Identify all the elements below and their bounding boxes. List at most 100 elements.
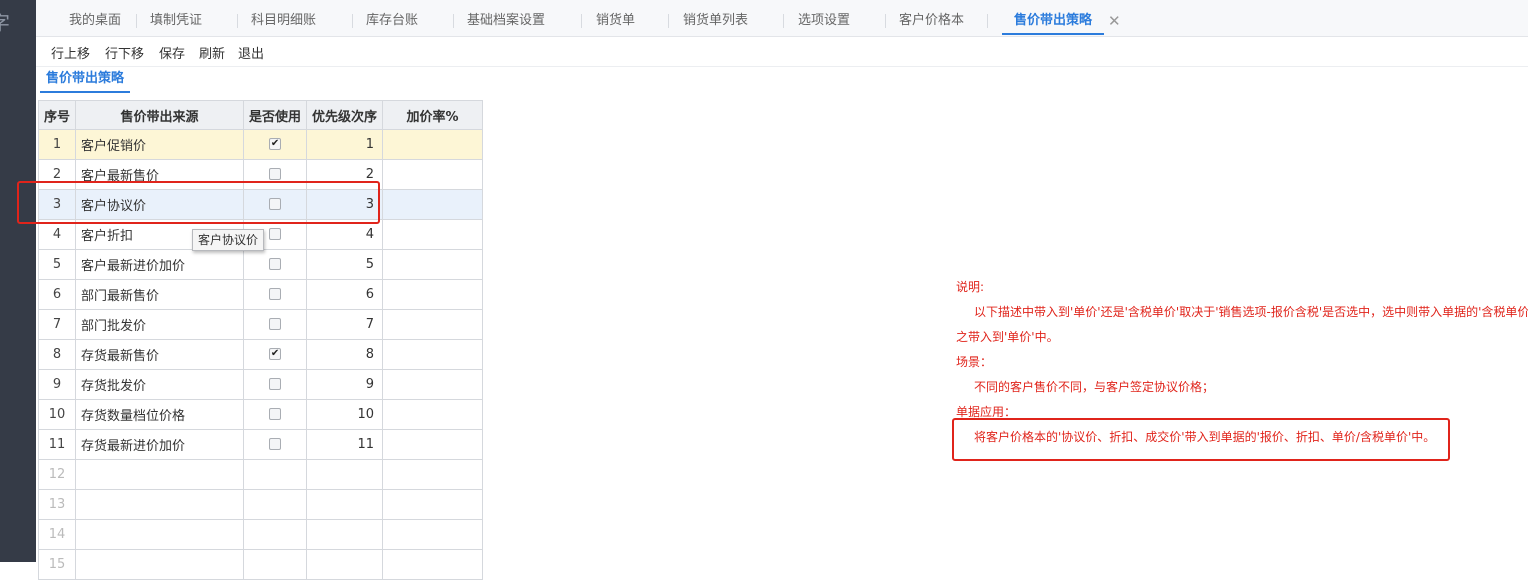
- row-source[interactable]: 存货批发价: [75, 369, 245, 400]
- checkbox-unchecked[interactable]: [269, 257, 282, 270]
- row-source[interactable]: 客户促销价: [75, 129, 245, 160]
- row-priority[interactable]: 8: [306, 339, 384, 370]
- checkbox-unchecked[interactable]: [269, 317, 282, 330]
- subtab-price-strategy[interactable]: 售价带出策略: [40, 69, 131, 93]
- row-source[interactable]: 部门批发价: [75, 309, 245, 340]
- empty-cell[interactable]: [75, 519, 245, 550]
- empty-cell[interactable]: [306, 519, 384, 550]
- table-row[interactable]: 6 部门最新售价 6: [37, 279, 484, 310]
- empty-cell[interactable]: [382, 459, 484, 490]
- empty-cell[interactable]: [382, 519, 484, 550]
- row-priority[interactable]: 9: [306, 369, 384, 400]
- row-source[interactable]: 部门最新售价: [75, 279, 245, 310]
- row-used[interactable]: [243, 249, 308, 280]
- table-row-empty[interactable]: 12: [37, 459, 484, 490]
- table-row[interactable]: 5 客户最新进价加价 5: [37, 249, 484, 280]
- header-source[interactable]: 售价带出来源: [75, 100, 245, 130]
- empty-cell[interactable]: [243, 489, 308, 520]
- empty-cell[interactable]: [243, 549, 308, 580]
- tab-subject-ledger[interactable]: 科目明细账: [251, 7, 316, 35]
- tab-my-desktop[interactable]: 我的桌面: [69, 7, 121, 35]
- row-number[interactable]: 13: [37, 489, 77, 520]
- header-no[interactable]: 序号: [37, 100, 77, 130]
- tab-base-archive[interactable]: 基础档案设置: [467, 7, 545, 35]
- exit-button[interactable]: 退出: [238, 43, 264, 62]
- checkbox-checked[interactable]: ✔: [269, 137, 282, 150]
- table-row-empty[interactable]: 13: [37, 489, 484, 520]
- row-markup[interactable]: [382, 339, 484, 370]
- row-markup[interactable]: [382, 219, 484, 250]
- row-markup[interactable]: [382, 369, 484, 400]
- tab-sales-doc[interactable]: 销货单: [596, 7, 635, 35]
- row-number[interactable]: 15: [37, 549, 77, 580]
- row-priority[interactable]: 5: [306, 249, 384, 280]
- row-number[interactable]: 14: [37, 519, 77, 550]
- row-source[interactable]: 客户最新进价加价: [75, 249, 245, 280]
- row-used[interactable]: [243, 279, 308, 310]
- save-button[interactable]: 保存: [159, 43, 185, 62]
- row-markup[interactable]: [382, 429, 484, 460]
- empty-cell[interactable]: [75, 549, 245, 580]
- move-row-up-button[interactable]: 行上移: [51, 43, 90, 62]
- row-used[interactable]: [243, 369, 308, 400]
- row-markup[interactable]: [382, 249, 484, 280]
- table-row[interactable]: 11 存货最新进价加价 11: [37, 429, 484, 460]
- row-markup[interactable]: [382, 279, 484, 310]
- table-row-empty[interactable]: 15: [37, 549, 484, 580]
- header-used[interactable]: 是否使用: [243, 100, 308, 130]
- table-row[interactable]: 10 存货数量档位价格 10: [37, 399, 484, 430]
- tab-inventory-ledger[interactable]: 库存台账: [366, 7, 418, 35]
- move-row-down-button[interactable]: 行下移: [105, 43, 144, 62]
- row-used[interactable]: [243, 429, 308, 460]
- tab-close-icon[interactable]: ✕: [1108, 7, 1121, 35]
- tab-options[interactable]: 选项设置: [798, 7, 850, 35]
- table-row-empty[interactable]: 14: [37, 519, 484, 550]
- row-source[interactable]: 存货最新售价: [75, 339, 245, 370]
- row-markup[interactable]: [382, 189, 484, 220]
- checkbox-checked[interactable]: ✔: [269, 347, 282, 360]
- row-source[interactable]: 存货最新进价加价: [75, 429, 245, 460]
- header-markup[interactable]: 加价率%: [382, 100, 484, 130]
- table-row[interactable]: 7 部门批发价 7: [37, 309, 484, 340]
- row-used[interactable]: [243, 309, 308, 340]
- empty-cell[interactable]: [75, 459, 245, 490]
- header-priority[interactable]: 优先级次序: [306, 100, 384, 130]
- table-row[interactable]: 8 存货最新售价 ✔ 8: [37, 339, 484, 370]
- checkbox-unchecked[interactable]: [269, 227, 282, 240]
- checkbox-unchecked[interactable]: [269, 167, 282, 180]
- row-priority[interactable]: 6: [306, 279, 384, 310]
- row-priority[interactable]: 10: [306, 399, 384, 430]
- row-source[interactable]: 存货数量档位价格: [75, 399, 245, 430]
- empty-cell[interactable]: [306, 549, 384, 580]
- checkbox-unchecked[interactable]: [269, 377, 282, 390]
- empty-cell[interactable]: [306, 489, 384, 520]
- table-row[interactable]: 9 存货批发价 9: [37, 369, 484, 400]
- empty-cell[interactable]: [75, 489, 245, 520]
- row-markup[interactable]: [382, 309, 484, 340]
- row-priority[interactable]: 11: [306, 429, 384, 460]
- tab-fill-voucher[interactable]: 填制凭证: [150, 7, 202, 35]
- checkbox-unchecked[interactable]: [269, 287, 282, 300]
- refresh-button[interactable]: 刷新: [199, 43, 225, 62]
- row-markup[interactable]: [382, 159, 484, 190]
- tab-sales-doc-list[interactable]: 销货单列表: [683, 7, 748, 35]
- empty-cell[interactable]: [382, 489, 484, 520]
- row-number[interactable]: 12: [37, 459, 77, 490]
- row-markup[interactable]: [382, 399, 484, 430]
- row-used[interactable]: ✔: [243, 129, 308, 160]
- tab-customer-pricebook[interactable]: 客户价格本: [899, 7, 964, 35]
- table-row[interactable]: 1 客户促销价 ✔ 1: [37, 129, 484, 160]
- row-priority[interactable]: 7: [306, 309, 384, 340]
- row-used[interactable]: [243, 399, 308, 430]
- checkbox-unchecked[interactable]: [269, 437, 282, 450]
- row-markup[interactable]: [382, 129, 484, 160]
- empty-cell[interactable]: [306, 459, 384, 490]
- empty-cell[interactable]: [382, 549, 484, 580]
- row-priority[interactable]: 1: [306, 129, 384, 160]
- row-used[interactable]: ✔: [243, 339, 308, 370]
- row-priority[interactable]: 4: [306, 219, 384, 250]
- tab-price-strategy[interactable]: 售价带出策略: [1002, 7, 1105, 35]
- empty-cell[interactable]: [243, 459, 308, 490]
- empty-cell[interactable]: [243, 519, 308, 550]
- checkbox-unchecked[interactable]: [269, 407, 282, 420]
